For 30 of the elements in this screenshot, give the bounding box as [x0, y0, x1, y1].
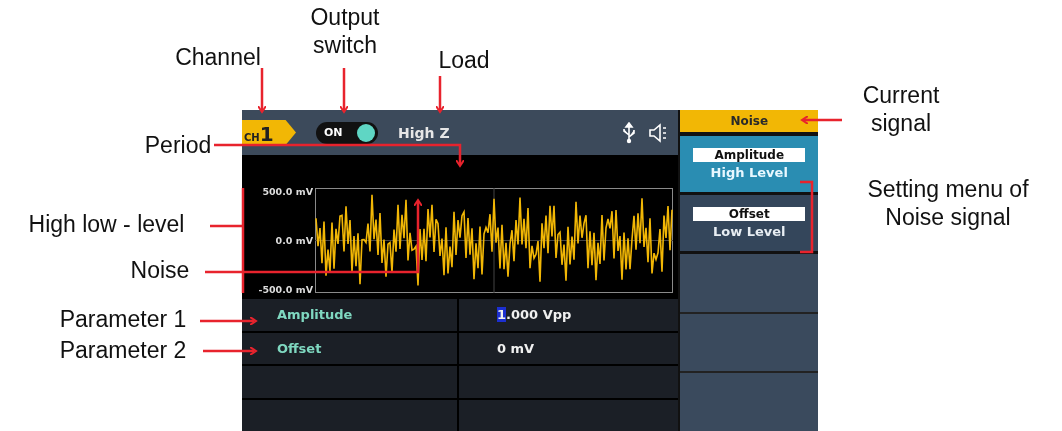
usb-icon	[622, 121, 637, 144]
annotation-arrow	[339, 68, 349, 113]
annotation-label: Parameter 1	[58, 306, 188, 334]
channel-badge: CH 1	[242, 119, 296, 146]
annotation-label: High low - level	[27, 211, 186, 239]
annotation-label: Load	[437, 47, 491, 75]
annotation-arrow	[257, 68, 267, 113]
annotation-label: Channel	[174, 44, 262, 72]
annotation-arrow	[203, 346, 257, 356]
annotation-label: Output switch	[309, 4, 381, 60]
annotation-label: Setting menu of Noise signal	[866, 176, 1030, 232]
current-signal-label: Noise	[680, 110, 818, 136]
annotation-arrow	[801, 115, 842, 125]
menu-item[interactable]: Offset Low Level	[680, 195, 818, 254]
output-toggle[interactable]: ON	[316, 121, 378, 144]
menu-item[interactable]: Amplitude High Level	[680, 136, 818, 195]
axis-label: 0.0 mV	[275, 235, 313, 246]
load-label: High Z	[398, 124, 450, 141]
annotation-arrow	[435, 76, 445, 113]
parameter-name[interactable]: Offset	[242, 332, 457, 364]
annotation-label: Current signal	[861, 82, 941, 138]
annotation-label: Period	[143, 132, 213, 160]
parameter-value[interactable]: 1.000 Vpp	[459, 299, 679, 331]
axis-label: -500.0 mV	[258, 284, 313, 295]
annotation-label: Noise	[129, 257, 191, 285]
annotation-arrow	[200, 316, 257, 326]
annotation-label: Parameter 2	[58, 337, 188, 365]
axis-label: 500.0 mV	[262, 186, 313, 197]
parameter-value[interactable]: 0 mV	[459, 332, 679, 364]
parameter-name[interactable]: Amplitude	[242, 299, 457, 331]
